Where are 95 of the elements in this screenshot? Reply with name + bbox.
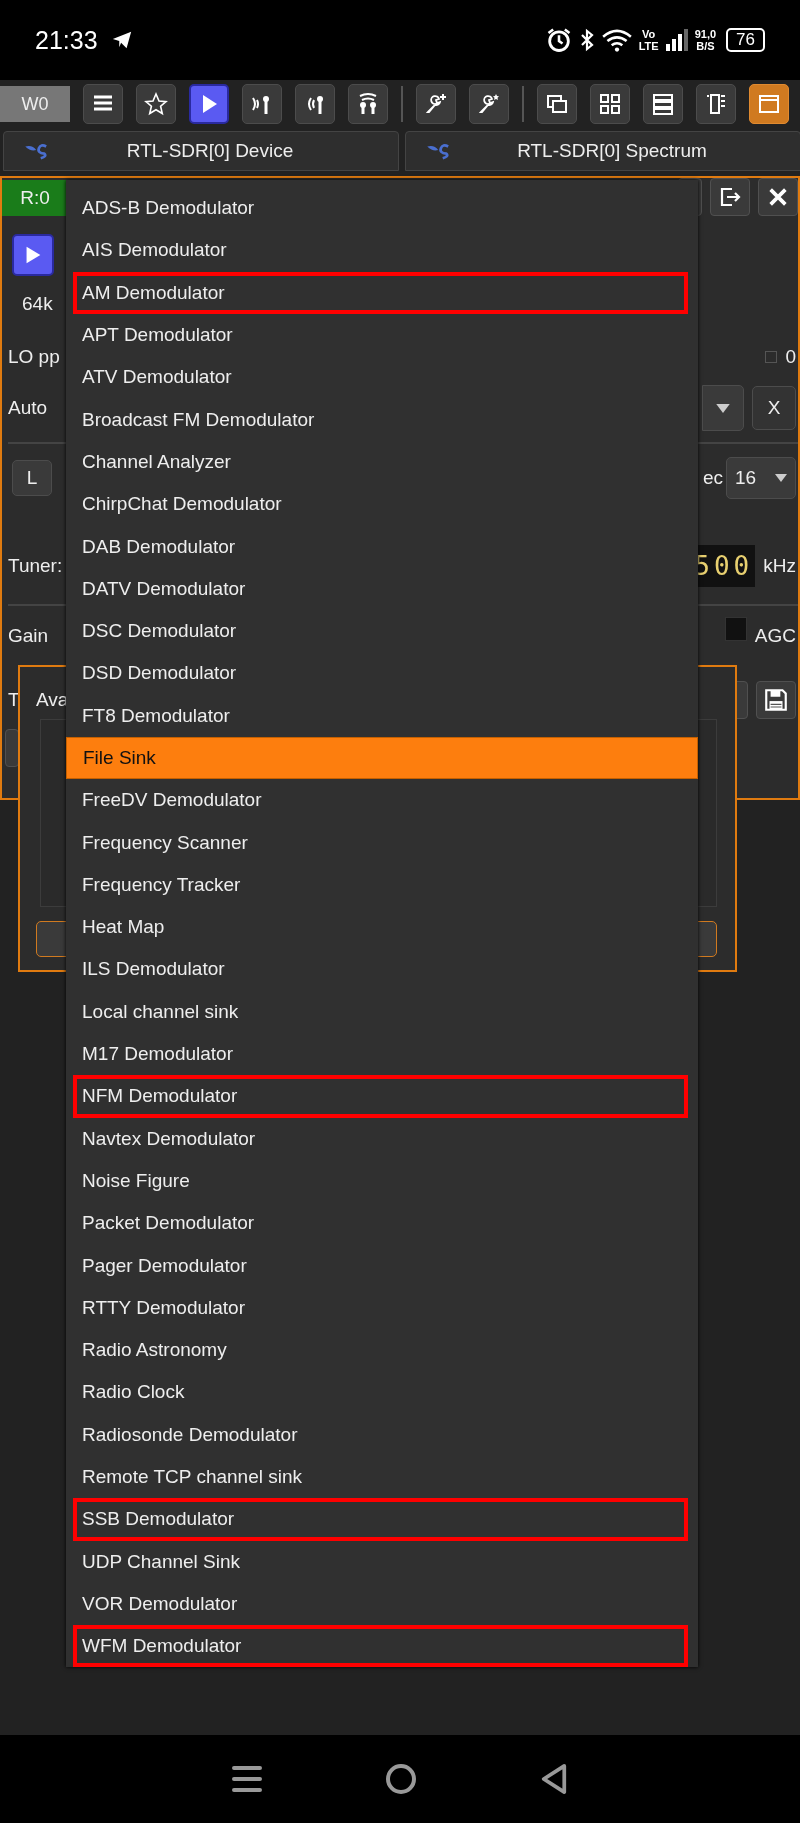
menu-item[interactable]: AM Demodulator <box>73 271 688 314</box>
menu-item[interactable]: FT8 Demodulator <box>66 694 698 737</box>
play-button[interactable] <box>12 234 54 276</box>
l-button[interactable]: L <box>12 460 52 496</box>
save-button[interactable] <box>756 681 796 719</box>
close-button[interactable] <box>758 178 798 216</box>
menu-item[interactable]: Broadcast FM Demodulator <box>66 398 698 441</box>
menu-item[interactable]: M17 Demodulator <box>66 1032 698 1076</box>
menu-item[interactable]: Frequency Scanner <box>66 821 698 864</box>
tab[interactable]: RTL-SDR[0] Device <box>3 131 399 171</box>
menu-item[interactable]: File Sink <box>66 736 698 780</box>
menu-item[interactable]: ATV Demodulator <box>66 356 698 399</box>
window-icon <box>757 92 781 116</box>
toolbar-button[interactable] <box>469 84 509 124</box>
clear-button[interactable]: X <box>752 386 796 430</box>
exit-button[interactable] <box>710 178 750 216</box>
wrench-star-icon <box>477 92 501 116</box>
toolbar-button[interactable] <box>242 84 282 124</box>
speed-unit: B/S <box>696 40 715 52</box>
slider-handle[interactable] <box>765 351 778 363</box>
mode-dropdown[interactable] <box>702 385 744 431</box>
close-icon <box>767 186 789 208</box>
dropdown-arrow-icon <box>775 474 787 482</box>
windows-icon <box>545 92 569 116</box>
menu-item[interactable]: Heat Map <box>66 906 698 949</box>
tuner-label: Tuner: <box>8 555 63 577</box>
menu-item[interactable]: Noise Figure <box>66 1159 698 1203</box>
battery-indicator: 76 <box>726 28 765 52</box>
toolbar-button[interactable] <box>189 84 229 124</box>
network-type: LTE <box>638 40 659 52</box>
agc-checkbox[interactable] <box>724 617 747 641</box>
lo-value: 0 <box>785 346 796 368</box>
lo-label: LO pp <box>8 346 60 368</box>
menu-item[interactable]: Packet Demodulator <box>66 1202 698 1245</box>
menu-item[interactable]: RTTY Demodulator <box>66 1286 698 1329</box>
network-type: Vo <box>642 28 656 40</box>
workspace-label[interactable]: W0 <box>0 86 70 122</box>
menu-item[interactable]: FreeDV Demodulator <box>66 779 698 822</box>
menu-item[interactable]: SSB Demodulator <box>73 1498 688 1541</box>
dropdown-arrow-icon <box>716 403 730 413</box>
star-icon <box>144 92 168 116</box>
home-icon[interactable] <box>385 1763 417 1795</box>
mode-label: Auto <box>8 397 48 419</box>
menu-item[interactable]: Channel Analyzer <box>66 440 698 484</box>
menu-item[interactable]: ILS Demodulator <box>66 948 698 991</box>
save-icon <box>763 687 789 713</box>
toolbar-button[interactable] <box>83 84 123 124</box>
menu-item[interactable]: ADS-B Demodulator <box>66 187 698 230</box>
menu-item[interactable]: Frequency Tracker <box>66 863 698 907</box>
toolbar-button[interactable] <box>416 84 456 124</box>
row-label: T <box>8 689 20 711</box>
toolbar-button[interactable] <box>136 84 176 124</box>
device-badge: R:0 <box>2 180 68 216</box>
menu-item[interactable]: Radio Clock <box>66 1371 698 1414</box>
control-button[interactable] <box>5 729 19 767</box>
network-speed: 91,0 <box>694 28 717 40</box>
menu-item[interactable]: Local channel sink <box>66 990 698 1033</box>
bluetooth-icon <box>578 27 595 53</box>
menu-item[interactable]: NFM Demodulator <box>73 1075 688 1118</box>
wrench-plus-icon <box>424 92 448 116</box>
toolbar-button[interactable] <box>590 84 630 124</box>
toolbar-button[interactable] <box>348 84 388 124</box>
menu-icon[interactable] <box>231 1764 262 1794</box>
menu-item[interactable]: Radiosonde Demodulator <box>66 1413 698 1456</box>
toolbar-button[interactable] <box>295 84 335 124</box>
menu-item[interactable]: Remote TCP channel sink <box>66 1455 698 1499</box>
menu-item[interactable]: DSC Demodulator <box>66 609 698 653</box>
exit-icon <box>718 185 742 209</box>
panel-icon <box>704 92 728 116</box>
rows-icon <box>651 92 675 116</box>
tab[interactable]: RTL-SDR[0] Spectrum <box>405 131 800 171</box>
menu-item[interactable]: UDP Channel Sink <box>66 1540 698 1583</box>
menu-item[interactable]: AIS Demodulator <box>66 229 698 272</box>
menu-item[interactable]: APT Demodulator <box>66 313 698 357</box>
menu-item[interactable]: VOR Demodulator <box>66 1582 698 1626</box>
back-icon[interactable] <box>540 1763 569 1795</box>
menu-item[interactable]: WFM Demodulator <box>73 1625 688 1668</box>
decimation-dropdown[interactable]: 16 <box>726 457 796 499</box>
agc-label: AGC <box>754 625 796 647</box>
menu-item[interactable]: ChirpChat Demodulator <box>66 483 698 526</box>
wifi-icon <box>600 27 633 53</box>
menu-item[interactable]: Radio Astronomy <box>66 1329 698 1372</box>
signal-icon <box>664 27 689 53</box>
grid-icon <box>598 92 622 116</box>
menu-item[interactable]: Navtex Demodulator <box>66 1117 698 1160</box>
sample-rate: 64k <box>22 293 53 315</box>
clock-time: 21:33 <box>35 25 98 55</box>
gain-label: Gain <box>8 625 49 647</box>
frequency-unit: kHz <box>763 555 796 577</box>
menu-item[interactable]: DSD Demodulator <box>66 652 698 695</box>
toolbar-button[interactable] <box>696 84 736 124</box>
decimation-label: ec <box>702 467 723 489</box>
menu-item[interactable]: Pager Demodulator <box>66 1244 698 1287</box>
toolbar-button[interactable] <box>643 84 683 124</box>
toolbar-button[interactable] <box>537 84 577 124</box>
